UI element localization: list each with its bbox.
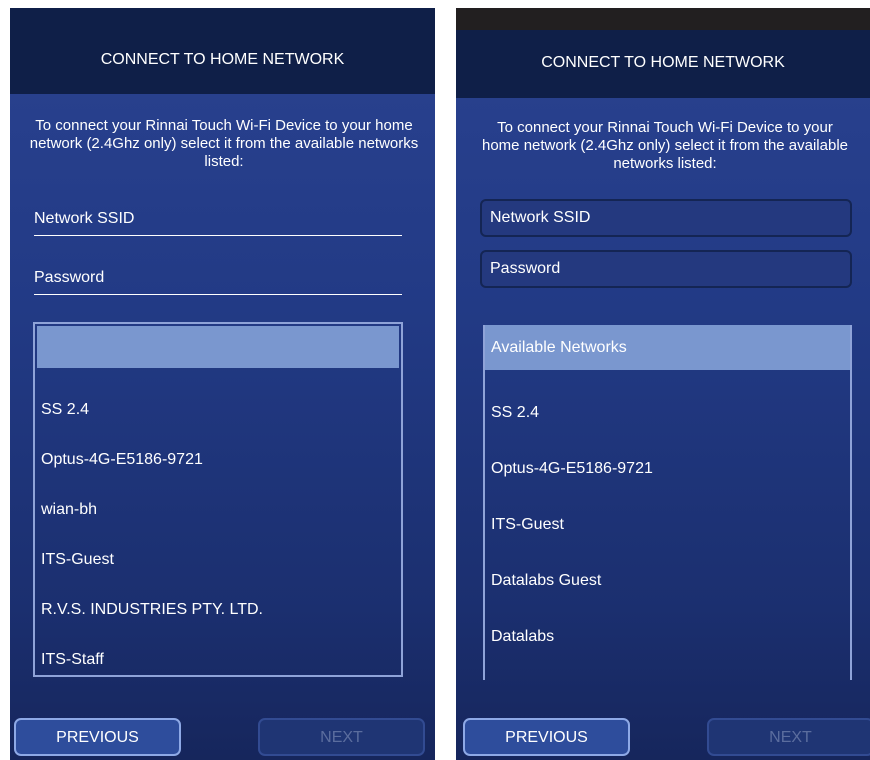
- intro-text: To connect your Rinnai Touch Wi-Fi Devic…: [482, 119, 848, 172]
- previous-button[interactable]: PREVIOUS: [463, 718, 630, 756]
- network-list[interactable]: SS 2.4 Optus-4G-E5186-9721 wian-bh ITS-G…: [33, 322, 403, 677]
- list-header: [37, 326, 399, 368]
- screen-right: CONNECT TO HOME NETWORK To connect your …: [456, 8, 870, 760]
- password-field[interactable]: Password: [34, 265, 402, 295]
- intro-text: To connect your Rinnai Touch Wi-Fi Devic…: [29, 117, 419, 170]
- next-button[interactable]: NEXT: [707, 718, 870, 756]
- next-button[interactable]: NEXT: [258, 718, 425, 756]
- list-item[interactable]: R.V.S. INDUSTRIES PTY. LTD.: [41, 600, 263, 620]
- page-title: CONNECT TO HOME NETWORK: [10, 8, 435, 94]
- previous-button[interactable]: PREVIOUS: [14, 718, 181, 756]
- list-item[interactable]: Datalabs Guest: [491, 571, 601, 591]
- network-ssid-field[interactable]: Network SSID: [34, 206, 402, 236]
- list-item[interactable]: ITS-Staff: [41, 650, 104, 670]
- list-header: Available Networks: [485, 325, 850, 370]
- list-item[interactable]: SS 2.4: [491, 403, 539, 423]
- list-item[interactable]: ITS-Guest: [41, 550, 114, 570]
- status-bar: [456, 8, 870, 30]
- page-title: CONNECT TO HOME NETWORK: [456, 30, 870, 98]
- list-item[interactable]: Optus-4G-E5186-9721: [41, 450, 203, 470]
- screen-left: CONNECT TO HOME NETWORK To connect your …: [10, 8, 435, 760]
- list-item[interactable]: ITS-Guest: [491, 515, 564, 535]
- list-item[interactable]: SS 2.4: [41, 400, 89, 420]
- network-ssid-field[interactable]: Network SSID: [480, 199, 852, 237]
- list-item[interactable]: Optus-4G-E5186-9721: [491, 459, 653, 479]
- password-field[interactable]: Password: [480, 250, 852, 288]
- list-item[interactable]: Datalabs: [491, 627, 554, 647]
- network-list[interactable]: Available Networks SS 2.4 Optus-4G-E5186…: [483, 325, 852, 680]
- list-item[interactable]: wian-bh: [41, 500, 97, 520]
